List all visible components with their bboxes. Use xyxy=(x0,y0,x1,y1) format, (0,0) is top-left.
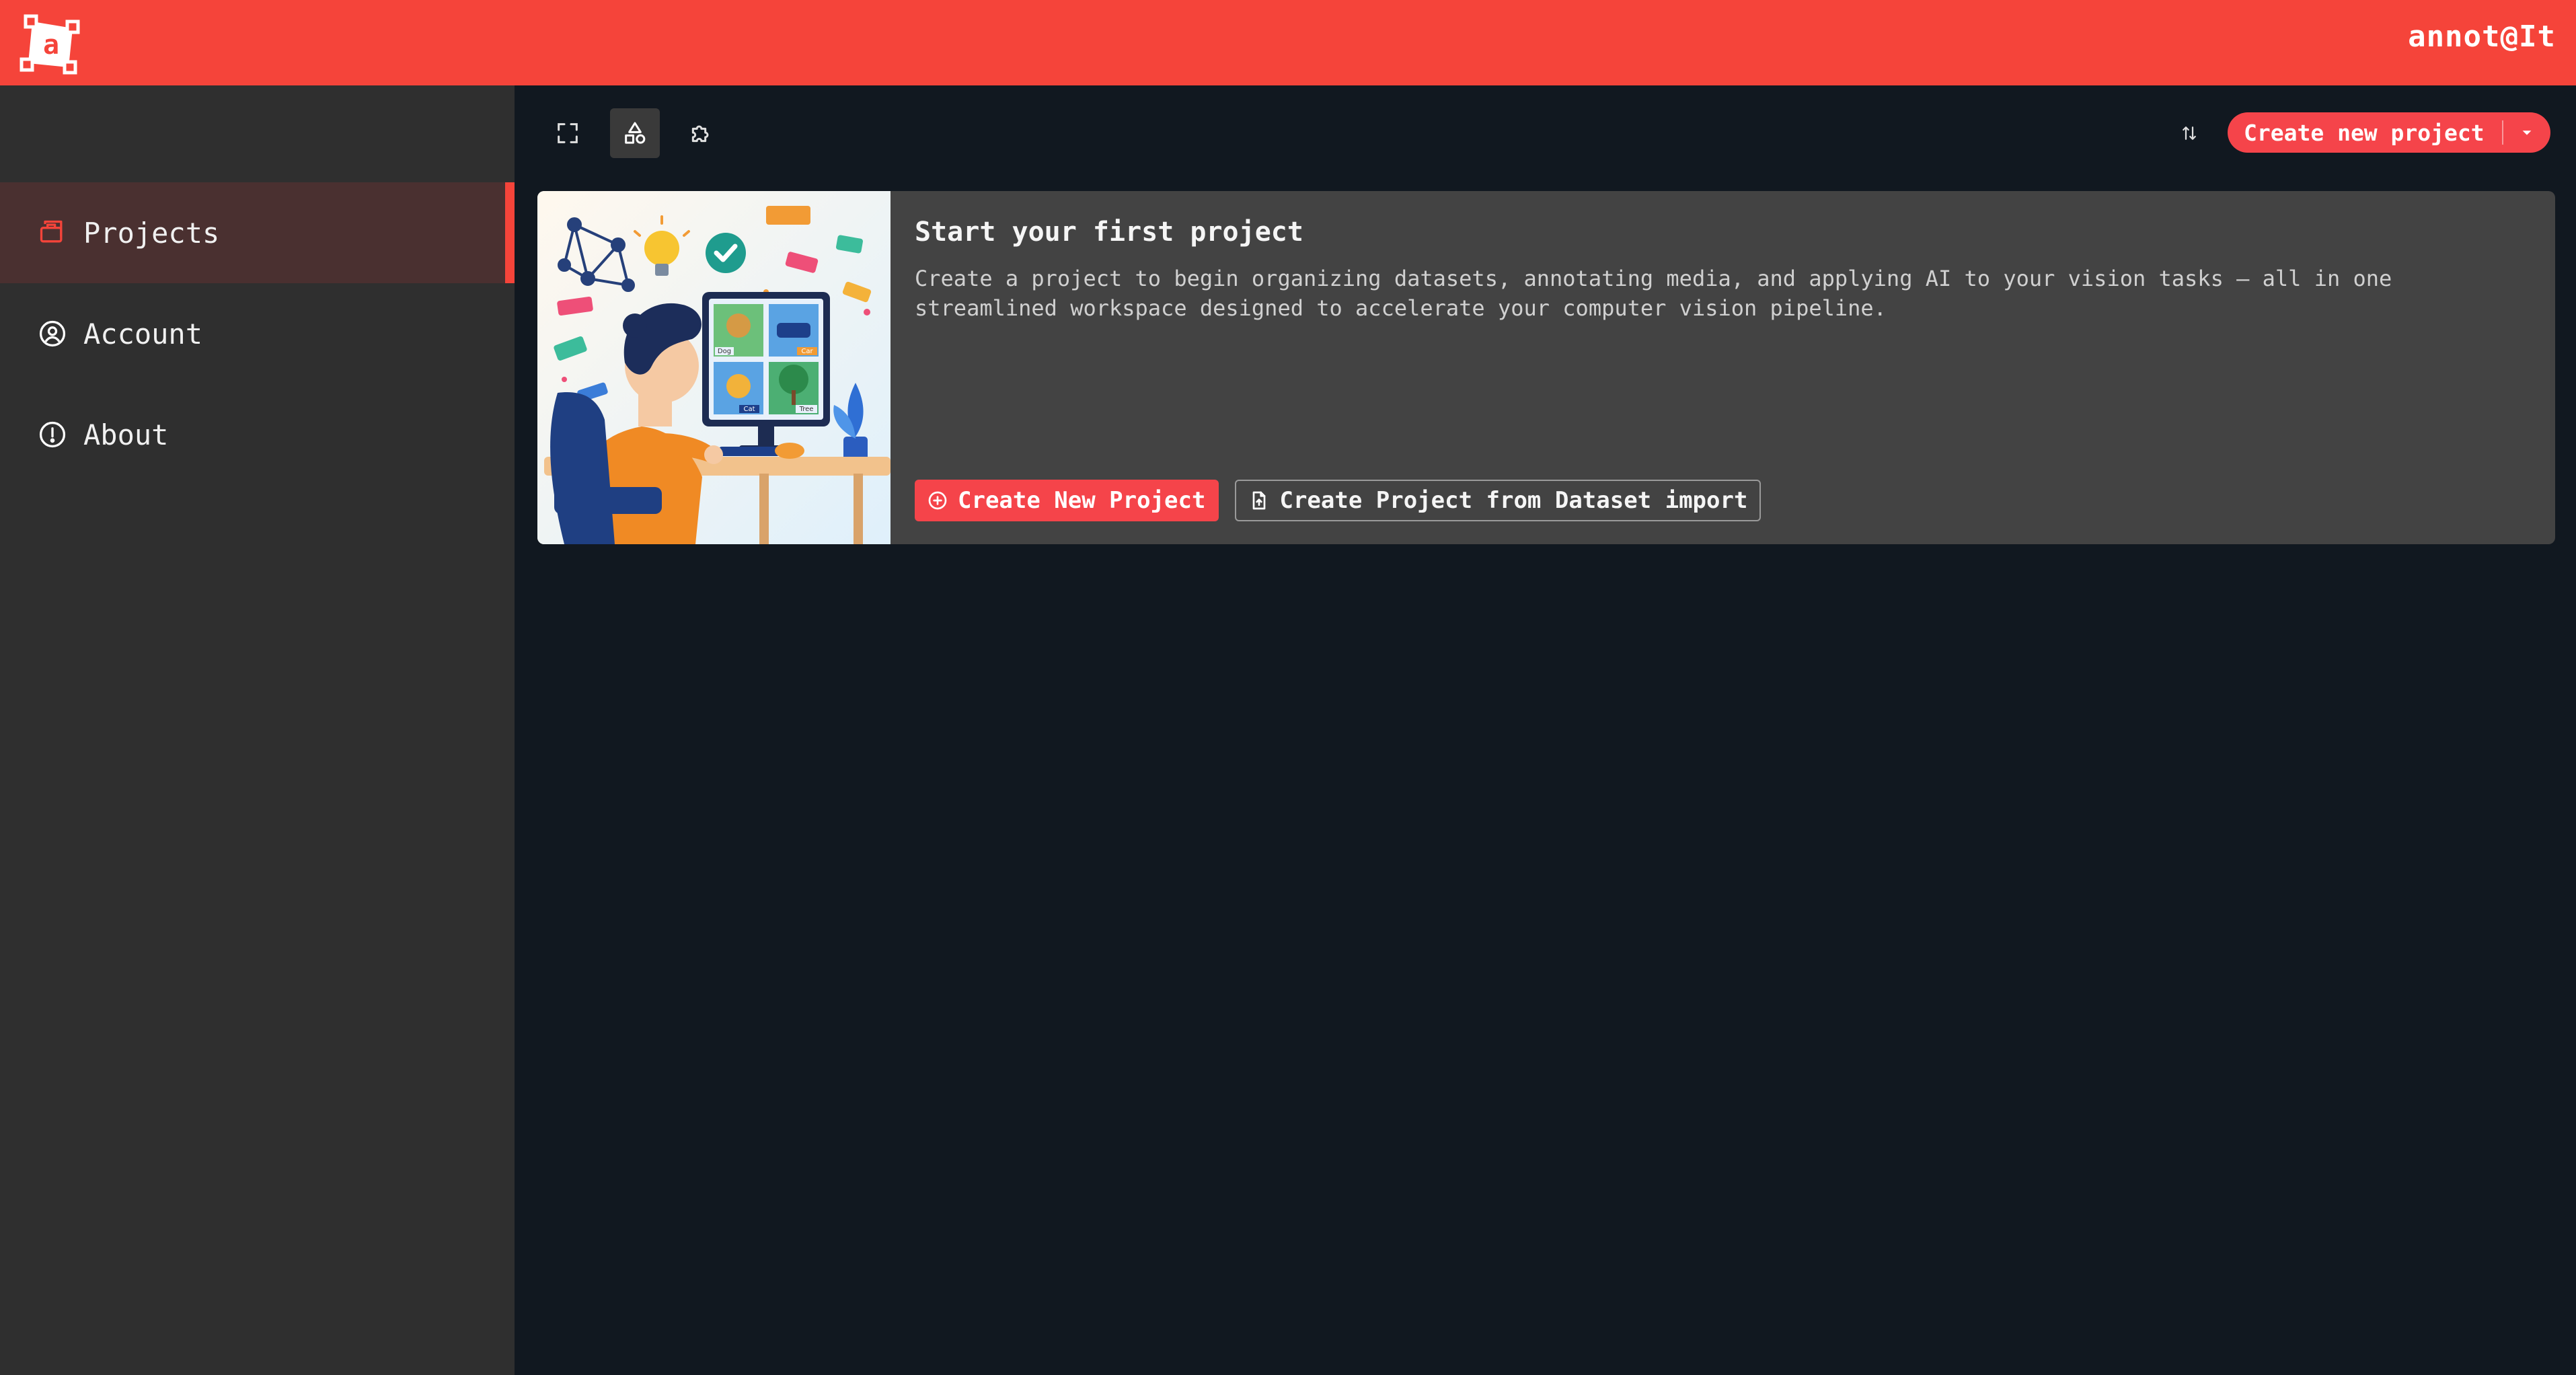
create-project-from-import-label: Create Project from Dataset import xyxy=(1279,487,1748,514)
plugins-button[interactable] xyxy=(676,108,726,158)
sidebar: Projects Account About xyxy=(0,85,515,1375)
sidebar-item-label: About xyxy=(83,418,169,451)
sidebar-item-label: Projects xyxy=(83,216,220,250)
main-content: Create new project Dog Car Cat Tree Star… xyxy=(515,85,2576,1375)
create-new-project-label: Create New Project xyxy=(958,487,1206,514)
top-bar: a annot@It xyxy=(0,0,2576,85)
create-project-button[interactable]: Create new project xyxy=(2228,112,2502,153)
sidebar-item-about[interactable]: About xyxy=(0,384,515,485)
empty-state-title: Start your first project xyxy=(915,217,1303,248)
create-project-from-import-button[interactable]: Create Project from Dataset import xyxy=(1235,480,1761,521)
illustration-label-dog: Dog xyxy=(718,348,731,355)
sidebar-item-account[interactable]: Account xyxy=(0,283,515,384)
logo-letter: a xyxy=(43,30,59,61)
empty-state-card: Dog Car Cat Tree Start your first projec… xyxy=(537,191,2555,544)
sort-icon xyxy=(2183,126,2196,140)
chevron-down-icon xyxy=(2522,131,2532,135)
file-import-icon xyxy=(1248,490,1270,511)
illustration-label-car: Car xyxy=(801,348,813,355)
shapes-view-button[interactable] xyxy=(610,108,660,158)
app-title: annot@It xyxy=(2408,20,2556,54)
fullscreen-icon xyxy=(558,123,578,143)
sidebar-item-projects[interactable]: Projects xyxy=(0,182,515,283)
puzzle-icon xyxy=(691,125,709,143)
create-project-split-button: Create new project xyxy=(2228,112,2550,153)
logo-icon: a xyxy=(20,14,80,74)
info-circle-icon xyxy=(38,420,67,449)
plus-circle-icon xyxy=(927,490,948,511)
illustration-label-cat: Cat xyxy=(743,406,755,413)
fullscreen-button[interactable] xyxy=(543,108,593,158)
empty-state-actions: Create New Project Create Project from D… xyxy=(915,480,1761,521)
illustration-label-tree: Tree xyxy=(799,406,814,413)
project-illustration: Dog Car Cat Tree xyxy=(537,191,891,544)
empty-state-description: Create a project to begin organizing dat… xyxy=(915,266,2392,321)
sidebar-item-label: Account xyxy=(83,317,203,350)
empty-state-body: Start your first project Create a projec… xyxy=(891,191,2555,544)
illustration-image: Dog Car Cat Tree xyxy=(537,191,891,544)
shapes-icon xyxy=(625,122,646,144)
sort-button[interactable] xyxy=(2172,116,2206,150)
user-circle-icon xyxy=(38,319,67,348)
toolbar: Create new project xyxy=(515,85,2576,180)
create-new-project-button[interactable]: Create New Project xyxy=(915,480,1219,521)
create-project-menu-button[interactable] xyxy=(2503,112,2550,153)
app-logo[interactable]: a xyxy=(17,9,85,77)
briefcase-icon xyxy=(38,218,67,248)
